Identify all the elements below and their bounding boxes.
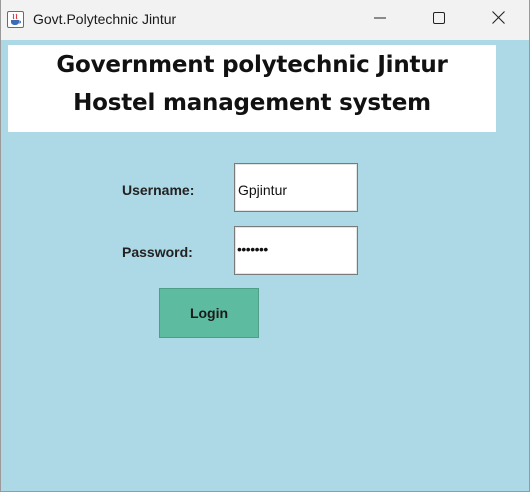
- login-button[interactable]: Login: [159, 288, 259, 338]
- password-value: •••••••: [237, 241, 268, 257]
- minimize-icon: [374, 11, 386, 29]
- close-icon: [491, 11, 505, 29]
- header-banner: Government polytechnic Jintur Hostel man…: [8, 45, 496, 132]
- title-bar[interactable]: Govt.Polytechnic Jintur: [1, 0, 529, 40]
- close-button[interactable]: [475, 0, 521, 40]
- banner-subtitle: Hostel management system: [73, 90, 431, 116]
- banner-title: Government polytechnic Jintur: [56, 52, 448, 78]
- java-coffee-icon: [7, 11, 24, 28]
- password-field[interactable]: •••••••: [234, 226, 358, 275]
- login-window: Govt.Polytechnic Jintur Government polyt…: [0, 0, 530, 492]
- username-label: Username:: [122, 182, 195, 198]
- username-value: Gpjintur: [238, 182, 288, 198]
- username-field[interactable]: Gpjintur: [234, 163, 358, 212]
- maximize-button[interactable]: [416, 0, 462, 40]
- maximize-icon: [433, 11, 445, 29]
- minimize-button[interactable]: [357, 0, 403, 40]
- login-button-label: Login: [189, 305, 229, 321]
- window-title: Govt.Polytechnic Jintur: [33, 11, 177, 27]
- password-label: Password:: [122, 244, 193, 260]
